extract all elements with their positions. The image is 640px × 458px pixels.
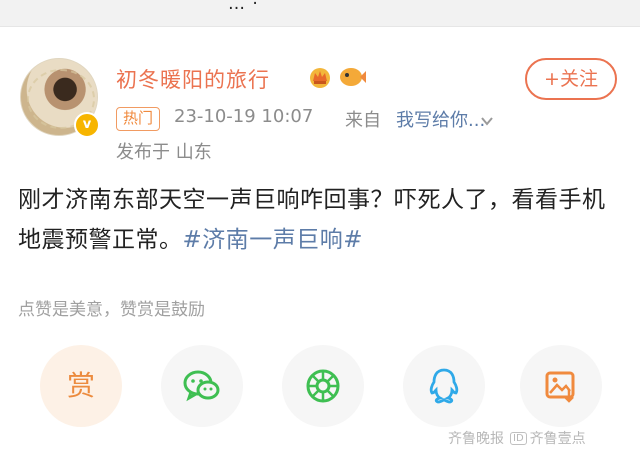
share-qq-button[interactable] (403, 345, 485, 427)
reward-hint: 点赞是美意，赞赏是鼓励 (18, 300, 205, 320)
top-status-strip: … · (0, 0, 640, 27)
watermark: 齐鲁晚报 ID 齐鲁壹点 (448, 428, 586, 448)
post-content: 刚才济南东部天空一声巨响咋回事？吓死人了，看看手机地震预警正常。#济南一声巨响# (18, 180, 624, 260)
crown-icon (310, 68, 330, 88)
source-link[interactable]: 我写给你... (396, 106, 485, 132)
hot-badge: 热门 (116, 107, 161, 131)
post-time: 23-10-19 10:07 (174, 106, 314, 127)
author-name[interactable]: 初冬暖阳的旅行 (116, 64, 270, 94)
save-image-button[interactable] (520, 345, 602, 427)
save-image-icon (545, 371, 575, 403)
share-moments-button[interactable] (282, 345, 364, 427)
watermark-right: 齐鲁壹点 (529, 431, 586, 447)
moments-icon (306, 369, 340, 403)
share-wechat-button[interactable] (161, 345, 243, 427)
chevron-down-icon[interactable] (480, 114, 494, 128)
source-prefix: 来自 (345, 110, 381, 131)
fish-badge-icon (340, 68, 366, 86)
watermark-left: 齐鲁晚报 (448, 431, 504, 447)
reward-button[interactable]: 赏 (40, 345, 122, 427)
follow-button[interactable]: +关注 (525, 58, 617, 100)
top-strip-text: … · (228, 0, 259, 14)
verified-badge-icon: v (74, 112, 100, 138)
wechat-icon (183, 370, 220, 402)
post-location: 发布于 山东 (116, 142, 212, 163)
watermark-box: ID (510, 432, 527, 445)
hashtag-link[interactable]: #济南一声巨响# (183, 227, 364, 253)
reward-label: 赏 (66, 369, 95, 402)
qq-icon (429, 368, 459, 404)
